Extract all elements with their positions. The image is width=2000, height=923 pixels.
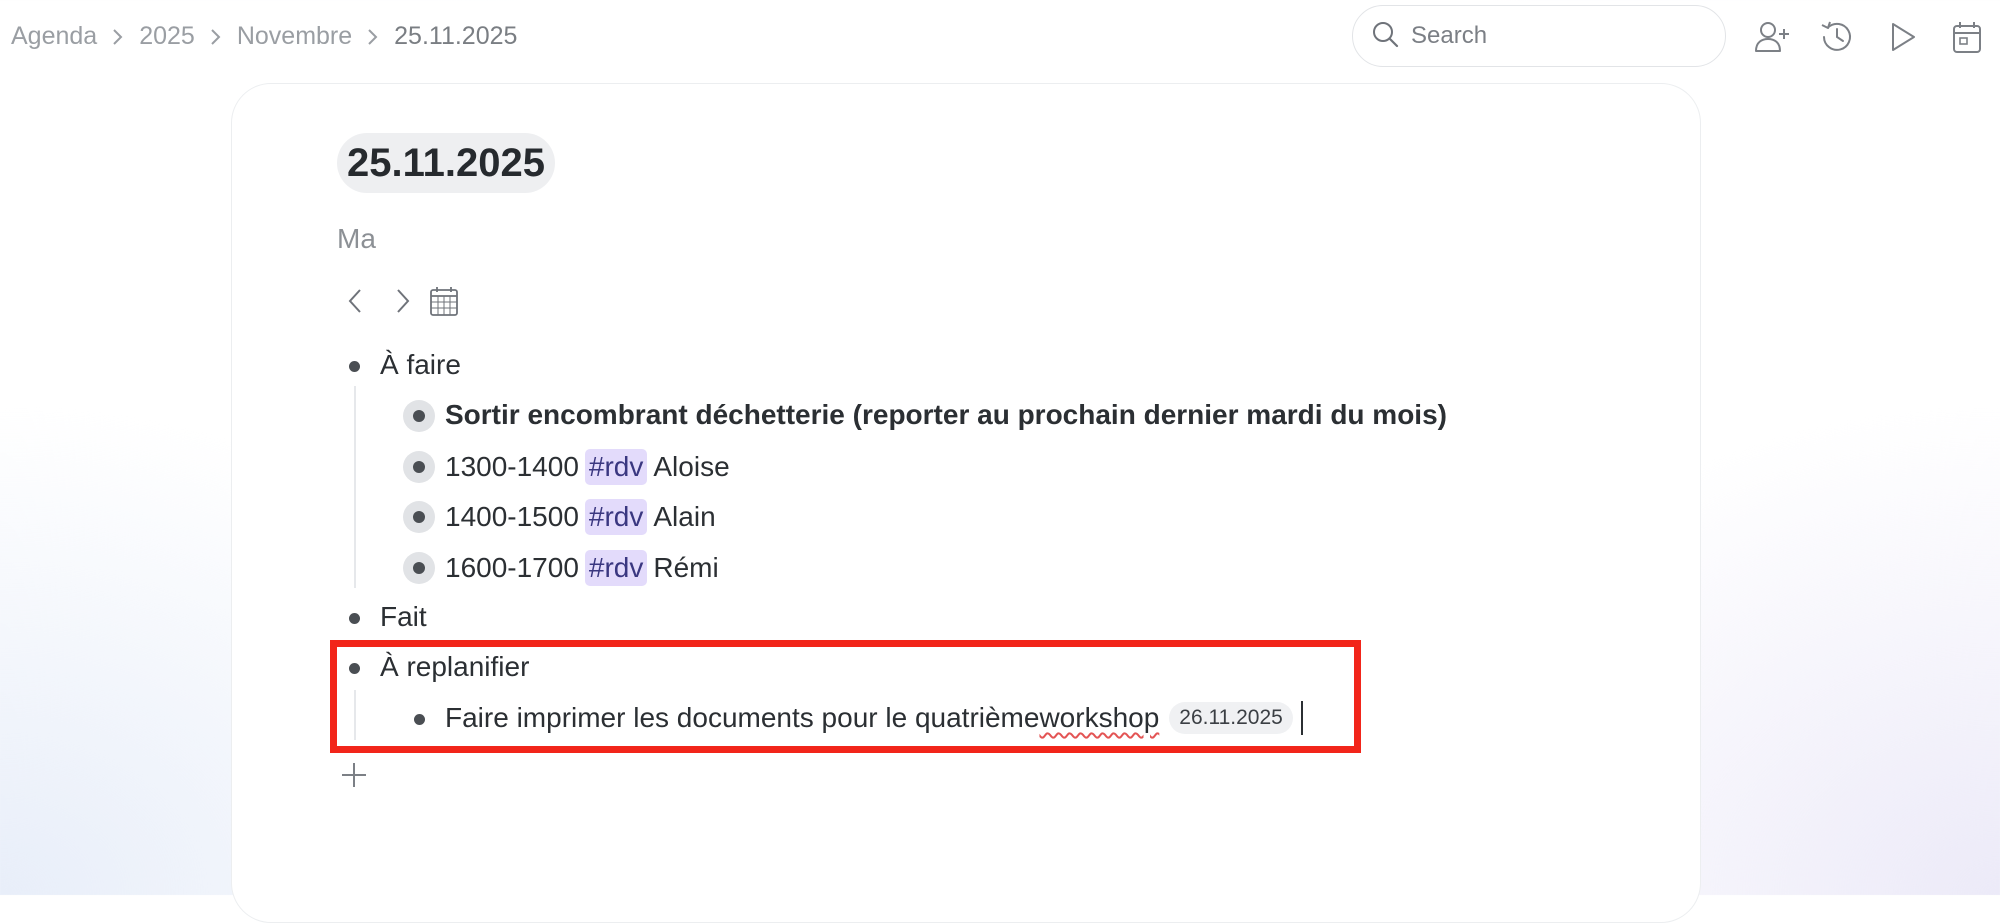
collapsed-bullet-icon[interactable] (403, 451, 435, 483)
collapsed-bullet-icon[interactable] (403, 400, 435, 432)
collapsed-bullet-icon[interactable] (403, 501, 435, 533)
person-name: Aloise (653, 451, 730, 482)
list-item-label: À faire (380, 349, 461, 380)
previous-day-icon[interactable] (339, 284, 373, 318)
tag-rdv[interactable]: #rdv (584, 449, 648, 485)
list-item[interactable]: 1400-1500 #rdv Alain (445, 499, 716, 535)
list-item[interactable]: 1600-1700 #rdv Rémi (445, 550, 719, 586)
search-placeholder: Search (1411, 22, 1488, 49)
tag-rdv[interactable]: #rdv (584, 499, 648, 535)
list-item-done[interactable]: Fait (380, 601, 427, 633)
person-name: Rémi (653, 552, 719, 583)
collapsed-bullet-icon[interactable] (403, 552, 435, 584)
list-item-todo[interactable]: À faire (380, 349, 461, 381)
play-icon[interactable] (1883, 18, 1921, 56)
calendar-picker-icon[interactable] (427, 284, 461, 318)
person-name: Alain (653, 501, 716, 532)
search-icon (1371, 20, 1399, 53)
chevron-right-icon (103, 25, 133, 49)
page-subtitle[interactable]: Ma (337, 223, 376, 255)
breadcrumb-month[interactable]: Novembre (237, 22, 352, 51)
time-range: 1600-1700 (445, 552, 579, 583)
page-title[interactable]: 25.11.2025 (337, 133, 555, 193)
bullet-icon[interactable] (349, 613, 360, 624)
list-item-text: Sortir encombrant déchetterie (reporter … (445, 399, 1447, 430)
breadcrumb-day[interactable]: 25.11.2025 (394, 22, 517, 51)
tag-rdv[interactable]: #rdv (584, 550, 648, 586)
time-range: 1300-1400 (445, 451, 579, 482)
calendar-icon[interactable] (1948, 18, 1986, 56)
highlight-annotation (330, 640, 1361, 753)
history-icon[interactable] (1818, 18, 1856, 56)
chevron-right-icon (358, 25, 388, 49)
add-item-icon[interactable] (339, 760, 369, 790)
search-input[interactable]: Search (1352, 5, 1726, 67)
indent-guide (354, 386, 356, 588)
breadcrumb: Agenda 2025 Novembre 25.11.2025 (11, 22, 517, 51)
add-user-icon[interactable] (1753, 18, 1791, 56)
list-item-label: Fait (380, 601, 427, 632)
chevron-right-icon (201, 25, 231, 49)
next-day-icon[interactable] (385, 284, 419, 318)
breadcrumb-agenda[interactable]: Agenda (11, 22, 97, 51)
time-range: 1400-1500 (445, 501, 579, 532)
list-item[interactable]: Sortir encombrant déchetterie (reporter … (445, 399, 1447, 431)
list-item[interactable]: 1300-1400 #rdv Aloise (445, 449, 730, 485)
breadcrumb-year[interactable]: 2025 (139, 22, 195, 51)
bullet-icon[interactable] (349, 361, 360, 372)
